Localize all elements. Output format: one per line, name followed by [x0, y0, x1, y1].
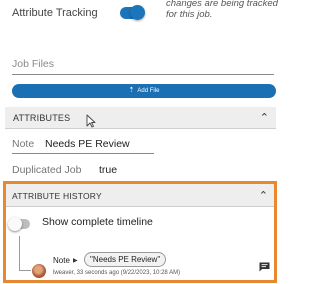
attribute-duplicated-job-label: Duplicated Job: [12, 164, 82, 176]
attributes-header-title: ATTRIBUTES: [13, 113, 71, 123]
attribute-history-panel: ATTRIBUTE HISTORY ⌃ Show complete timeli…: [3, 181, 277, 283]
timeline-connector: [19, 270, 31, 271]
attribute-note-value[interactable]: Needs PE Review: [45, 138, 130, 150]
attribute-history-title: ATTRIBUTE HISTORY: [12, 191, 102, 201]
show-timeline-toggle[interactable]: [8, 217, 30, 231]
add-file-label: Add File: [137, 88, 160, 94]
attributes-section-header[interactable]: ATTRIBUTES ⌃: [5, 107, 276, 129]
avatar: [31, 263, 47, 279]
attribute-tracking-row: Attribute Tracking changes are being tra…: [12, 0, 278, 32]
chevron-up-icon[interactable]: ⌃: [259, 189, 268, 202]
job-files-field: Job Files: [12, 55, 274, 75]
toggle-knob: [130, 5, 145, 20]
history-entry-meta: lweaver, 33 seconds ago (9/22/2023, 10:2…: [53, 270, 181, 276]
mouse-cursor-icon: [86, 114, 96, 128]
job-files-label: Job Files: [12, 58, 55, 70]
history-entry-attribute: Note: [53, 256, 70, 265]
attribute-duplicated-job-value: true: [99, 164, 118, 176]
upload-icon: ⇡: [128, 87, 135, 94]
field-underline: [12, 153, 154, 154]
attribute-history-header[interactable]: ATTRIBUTE HISTORY ⌃: [6, 184, 274, 207]
chevron-up-icon[interactable]: ⌃: [260, 111, 269, 124]
arrow-right-icon: ▶: [73, 258, 78, 264]
attribute-duplicated-job-row: Duplicated Job true: [12, 160, 274, 180]
history-entry-value-chip: "Needs PE Review": [84, 252, 167, 267]
attribute-tracking-label: Attribute Tracking: [12, 7, 98, 19]
attribute-note-label: Note: [12, 138, 35, 150]
attribute-note-row[interactable]: Note Needs PE Review: [12, 134, 274, 154]
attribute-tracking-toggle[interactable]: [120, 5, 145, 20]
tracking-status-note: changes are being tracked for this job.: [166, 0, 278, 20]
show-timeline-label: Show complete timeline: [42, 216, 153, 228]
comment-icon[interactable]: [259, 262, 270, 272]
toggle-knob: [8, 217, 22, 231]
add-file-button[interactable]: ⇡ Add File: [12, 84, 276, 98]
timeline-line: [19, 236, 20, 270]
